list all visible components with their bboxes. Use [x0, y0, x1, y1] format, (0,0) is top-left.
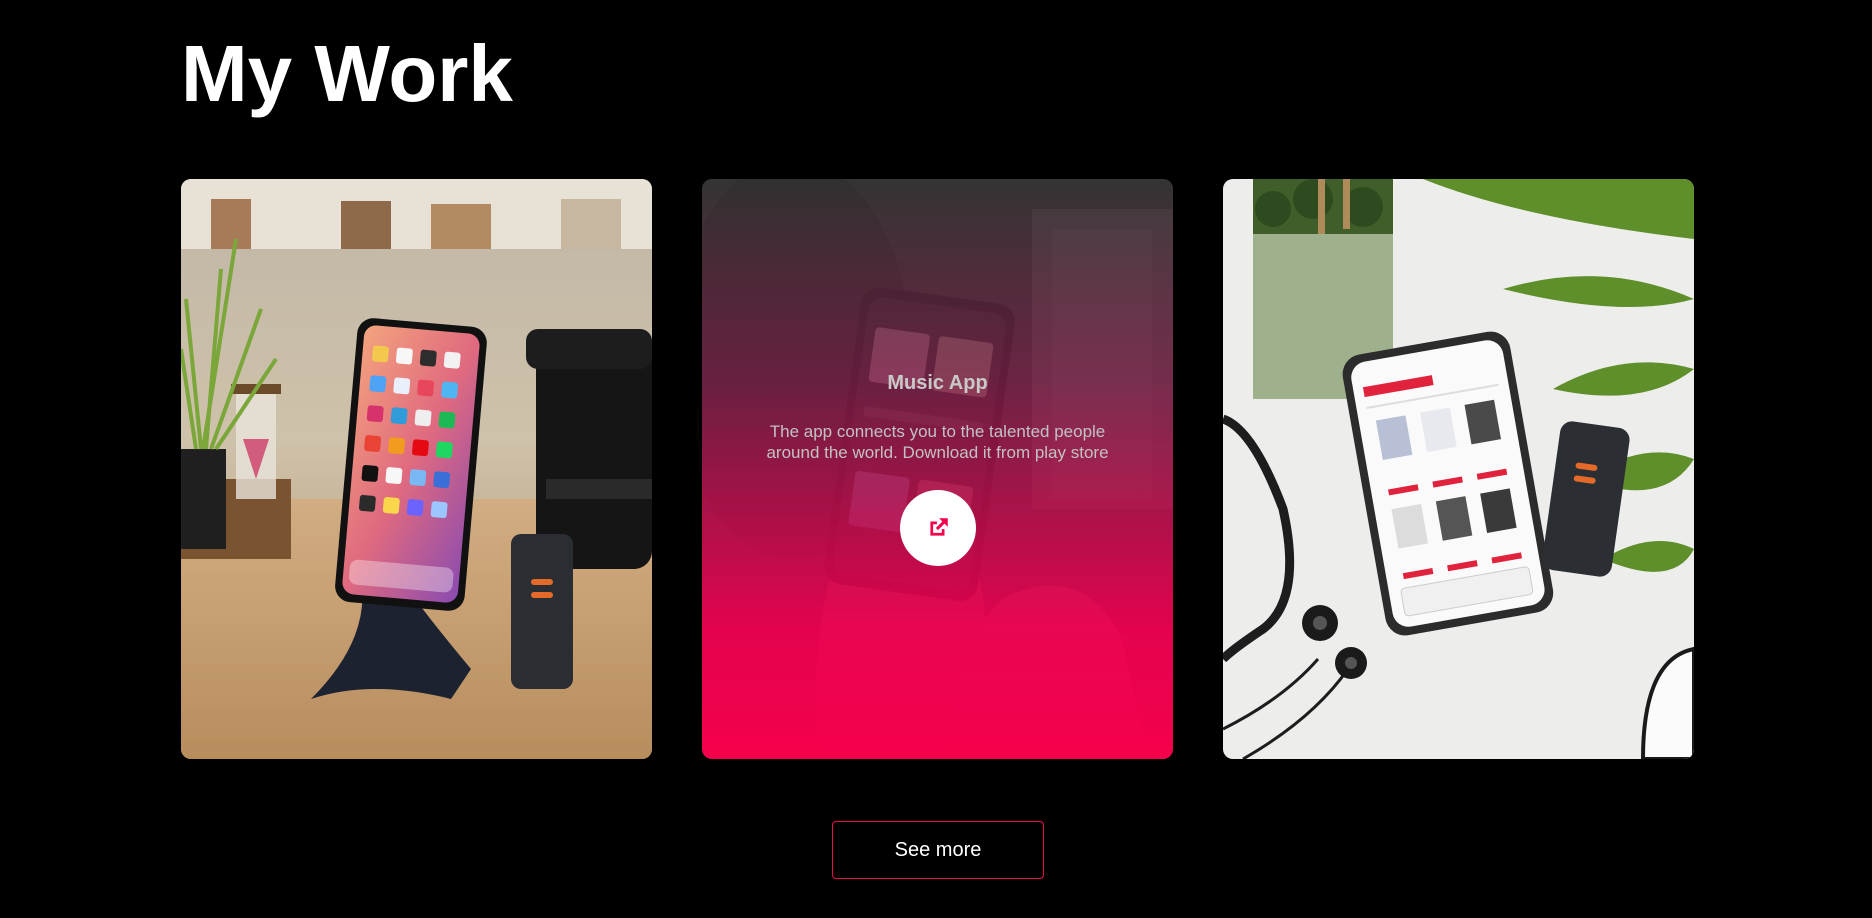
project-card-1[interactable]	[181, 179, 652, 759]
external-link-icon	[930, 518, 948, 536]
card-hover-overlay	[702, 179, 1173, 759]
phone-on-stand-image	[181, 179, 652, 759]
project-description: The app connects you to the talented peo…	[766, 422, 1109, 462]
us-store-phone-image	[1223, 179, 1694, 759]
project-card-music-app[interactable]: Music App The app connects you to the ta…	[702, 179, 1173, 759]
project-title: Music App	[887, 372, 988, 394]
my-work-section: My Work Music App The app connects you t…	[0, 0, 1872, 918]
section-title: My Work	[181, 29, 513, 118]
external-link-button[interactable]	[900, 490, 976, 566]
project-card-3[interactable]	[1223, 179, 1694, 759]
project-cards: Music App The app connects you to the ta…	[181, 179, 1695, 759]
see-more-button[interactable]: See more	[832, 821, 1044, 879]
